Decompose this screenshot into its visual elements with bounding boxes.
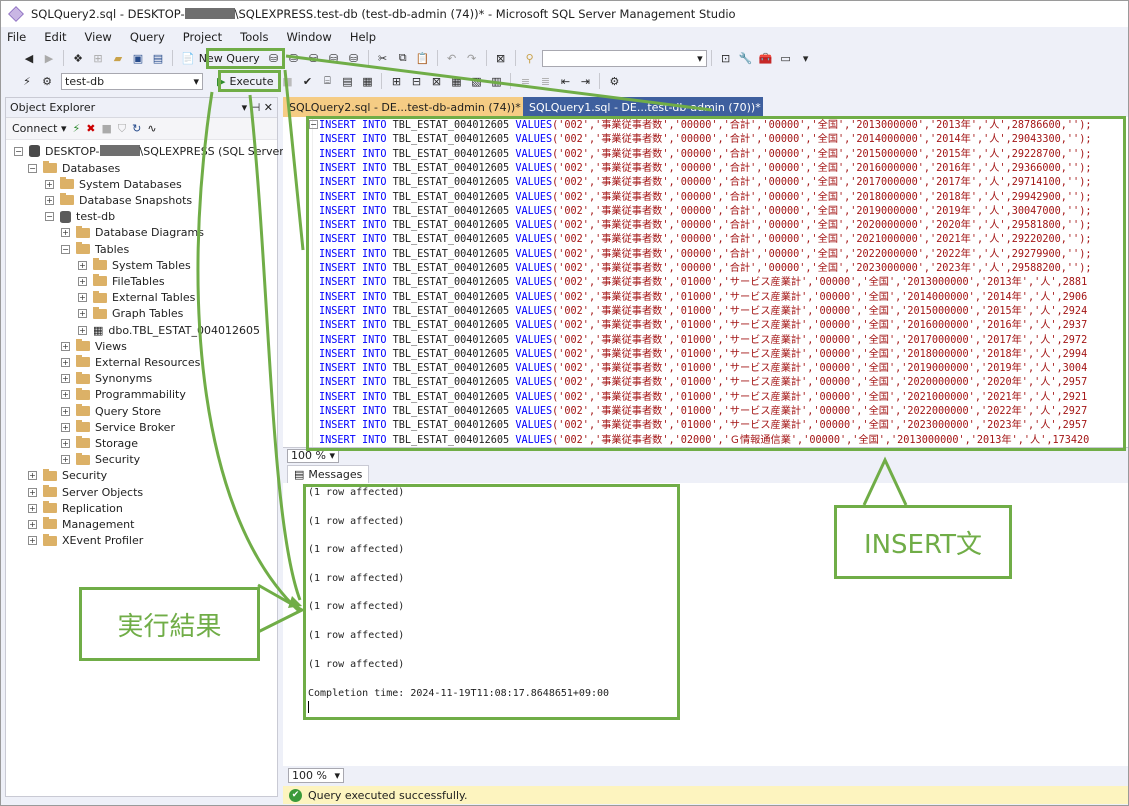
insert-callout-pointer: [862, 456, 908, 506]
arrow-execute-to-results: [248, 94, 302, 601]
result-callout: 実行結果: [79, 587, 260, 661]
insert-callout: INSERT文: [834, 505, 1012, 579]
annotation-arrows: [196, 54, 908, 634]
arrow-insert-box: [283, 69, 305, 251]
arrow-new-query-to-editor: [285, 54, 713, 112]
